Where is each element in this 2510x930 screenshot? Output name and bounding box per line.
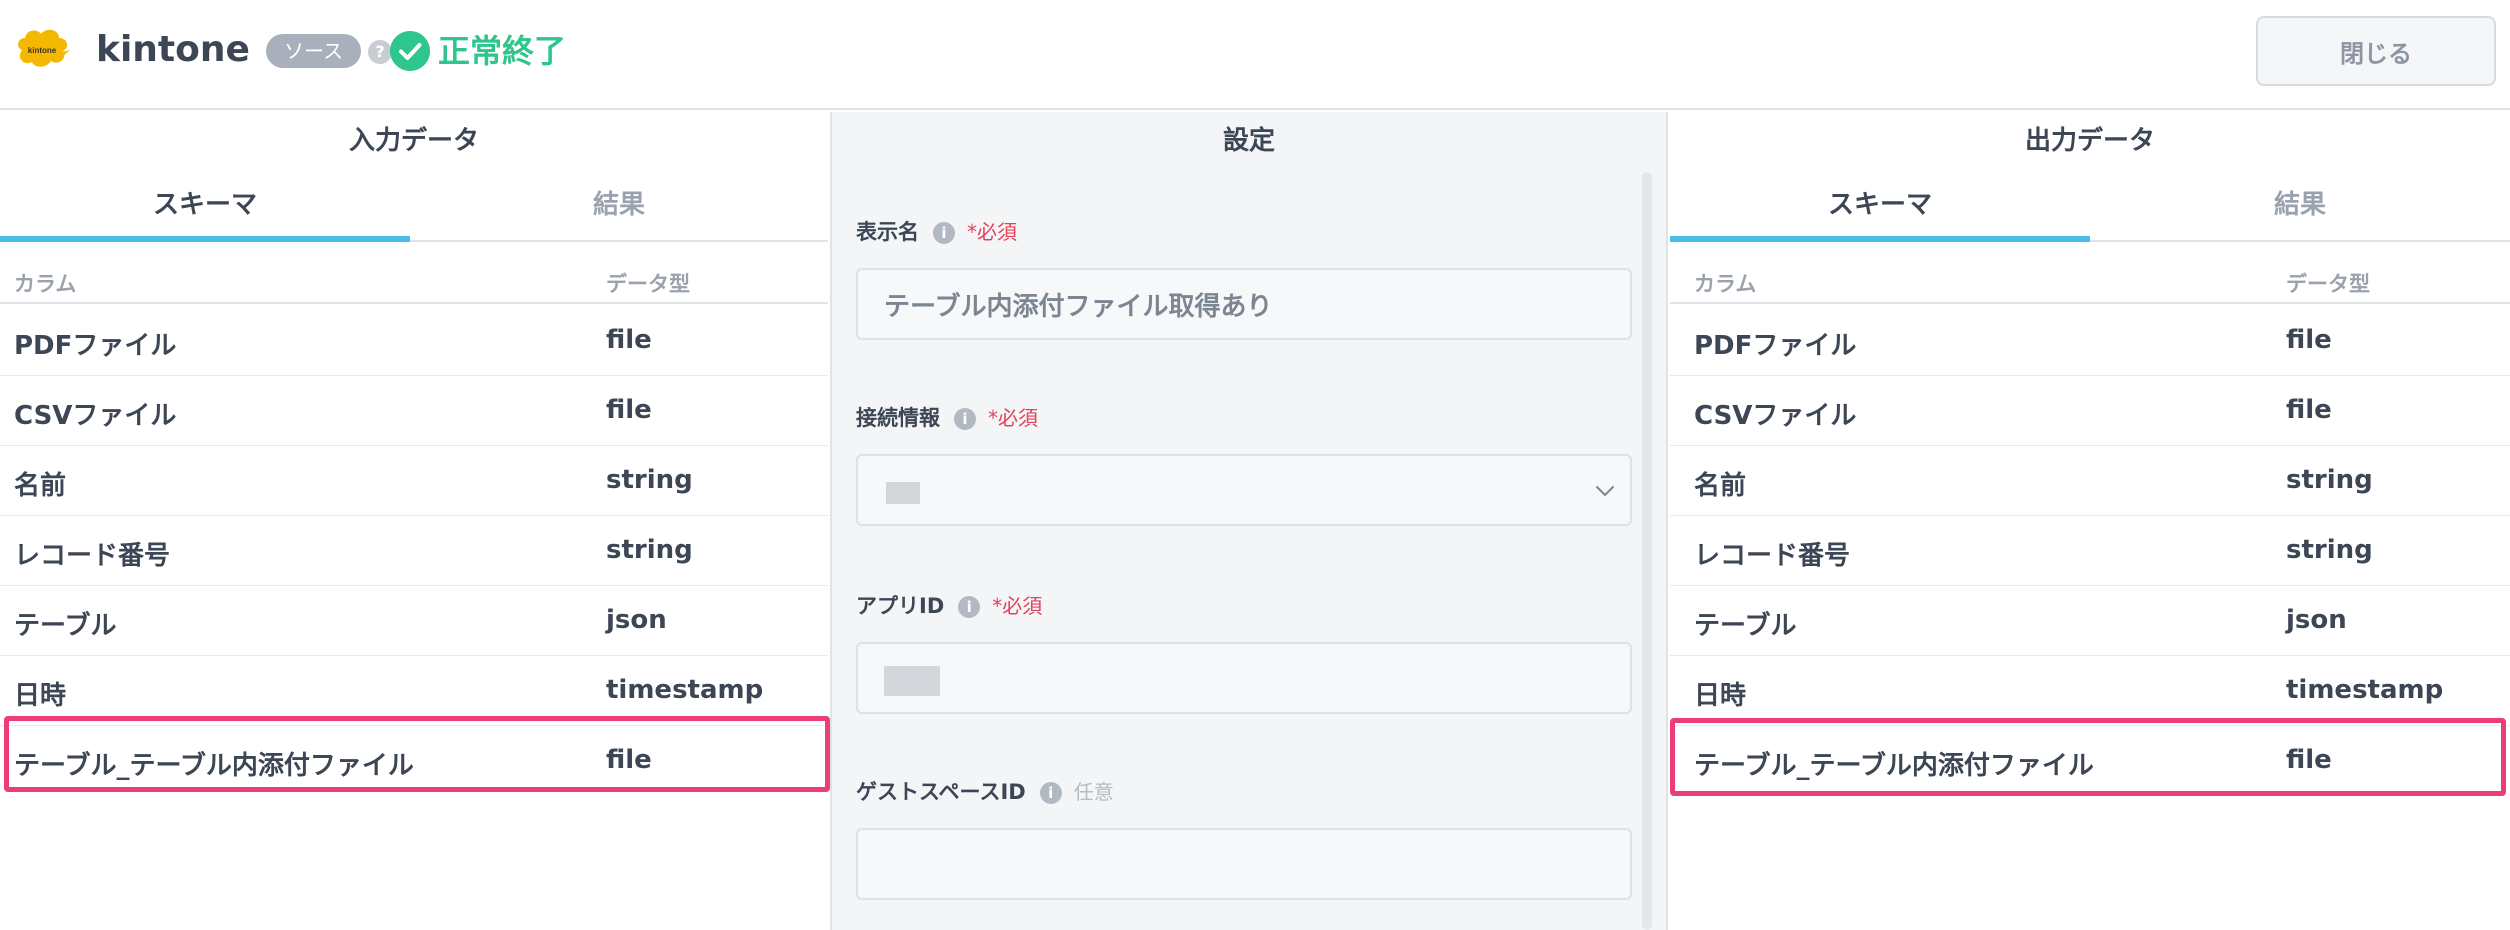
table-row: テーブル json — [1670, 586, 2510, 656]
app-name: kintone — [96, 29, 250, 70]
check-circle-icon — [390, 31, 430, 71]
column-header-name: カラム — [1694, 272, 1757, 296]
row-data-type: file — [2286, 325, 2332, 355]
display-name-input[interactable] — [858, 270, 1630, 338]
row-data-type: json — [2286, 605, 2347, 635]
highlight-box — [1670, 718, 2506, 796]
table-row: 日時 timestamp — [1670, 656, 2510, 726]
row-column-name: レコード番号 — [14, 541, 171, 571]
settings-panel-title: 設定 — [1222, 126, 1275, 156]
table-row: CSVファイル file — [0, 376, 828, 446]
display-name-field-box — [856, 268, 1632, 340]
chevron-down-icon — [1596, 486, 1614, 497]
connection-select[interactable] — [856, 454, 1632, 526]
close-button[interactable]: 閉じる — [2256, 16, 2496, 86]
guest-space-id-label: ゲストスペースID i 任意 — [856, 776, 1114, 806]
table-row: レコード番号 string — [0, 516, 828, 586]
header-bar: kintone kintone ソース ? 正常終了 閉じる — [0, 0, 2510, 110]
info-icon[interactable]: i — [954, 408, 976, 430]
row-data-type: json — [606, 605, 667, 635]
info-icon[interactable]: i — [1039, 782, 1062, 804]
row-column-name: 日時 — [1694, 681, 1747, 711]
row-data-type: file — [606, 325, 652, 355]
row-column-name: 日時 — [14, 681, 67, 711]
kintone-logo-icon: kintone — [18, 29, 70, 67]
app-id-field-box[interactable] — [856, 642, 1632, 714]
row-column-name: CSVファイル — [14, 401, 177, 431]
table-row: PDFファイル file — [1670, 306, 2510, 376]
row-column-name: CSVファイル — [1694, 401, 1857, 431]
settings-panel: 設定 表示名 i *必須 接続情報 i *必須 アプリID i *必須 ゲストスペースID i… — [830, 112, 1668, 930]
tab-output-result[interactable]: 結果 — [2090, 172, 2510, 242]
guest-space-id-input[interactable] — [858, 830, 1630, 898]
help-icon[interactable]: ? — [368, 40, 392, 64]
input-data-panel: 入力データ スキーマ 結果 カラム データ型 PDFファイル file CSVフ… — [0, 112, 830, 930]
row-data-type: string — [606, 465, 693, 495]
row-data-type: string — [2286, 465, 2373, 495]
row-column-name: テーブル — [14, 611, 117, 641]
redacted-value — [884, 666, 940, 696]
output-data-panel: 出力データ スキーマ 結果 カラム データ型 PDFファイル file CSVフ… — [1670, 112, 2510, 930]
table-row: CSVファイル file — [1670, 376, 2510, 446]
guest-space-id-field-box — [856, 828, 1632, 900]
display-name-label: 表示名 i *必須 — [856, 216, 1017, 246]
required-mark: *必須 — [988, 406, 1038, 430]
row-data-type: string — [2286, 535, 2373, 565]
column-header-type: データ型 — [606, 272, 690, 296]
connection-label: 接続情報 i *必須 — [856, 402, 1038, 432]
required-mark: *必須 — [967, 220, 1017, 244]
settings-scrollbar[interactable] — [1642, 172, 1652, 930]
row-column-name: 名前 — [14, 471, 67, 501]
column-header-type: データ型 — [2286, 272, 2370, 296]
connection-label-text: 接続情報 — [856, 406, 940, 430]
table-row: レコード番号 string — [1670, 516, 2510, 586]
status-text: 正常終了 — [438, 32, 567, 70]
required-mark: *必須 — [992, 594, 1043, 618]
table-row: 名前 string — [1670, 446, 2510, 516]
row-column-name: レコード番号 — [1694, 541, 1851, 571]
row-column-name: PDFファイル — [14, 331, 177, 361]
display-name-label-text: 表示名 — [856, 220, 919, 244]
info-icon[interactable]: i — [933, 222, 955, 244]
input-column-header: カラム データ型 — [0, 256, 828, 304]
table-row: 名前 string — [0, 446, 828, 516]
column-header-name: カラム — [14, 272, 77, 296]
info-icon[interactable]: i — [958, 596, 981, 618]
app-id-label-text: アプリID — [856, 594, 945, 618]
tab-input-result[interactable]: 結果 — [410, 172, 828, 242]
row-column-name: 名前 — [1694, 471, 1747, 501]
optional-mark: 任意 — [1073, 780, 1114, 804]
guest-space-id-label-text: ゲストスペースID — [856, 780, 1026, 804]
input-panel-title: 入力データ — [348, 126, 479, 156]
source-badge: ソース — [266, 34, 361, 68]
app-id-label: アプリID i *必須 — [856, 590, 1042, 620]
output-column-header: カラム データ型 — [1670, 256, 2510, 304]
row-data-type: file — [606, 395, 652, 425]
tab-output-schema[interactable]: スキーマ — [1670, 172, 2090, 242]
row-column-name: PDFファイル — [1694, 331, 1857, 361]
logo-text: kintone — [28, 46, 57, 55]
row-data-type: file — [2286, 395, 2332, 425]
table-row: PDFファイル file — [0, 306, 828, 376]
tab-input-schema[interactable]: スキーマ — [0, 172, 410, 242]
redacted-value — [886, 482, 920, 504]
highlight-box — [4, 716, 830, 792]
table-row: テーブル json — [0, 586, 828, 656]
row-data-type: timestamp — [2286, 675, 2444, 705]
output-tabs: スキーマ 結果 — [1670, 172, 2510, 242]
row-column-name: テーブル — [1694, 611, 1797, 641]
input-tabs: スキーマ 結果 — [0, 172, 828, 242]
output-panel-title: 出力データ — [2024, 126, 2155, 156]
row-data-type: string — [606, 535, 693, 565]
row-data-type: timestamp — [606, 675, 764, 705]
